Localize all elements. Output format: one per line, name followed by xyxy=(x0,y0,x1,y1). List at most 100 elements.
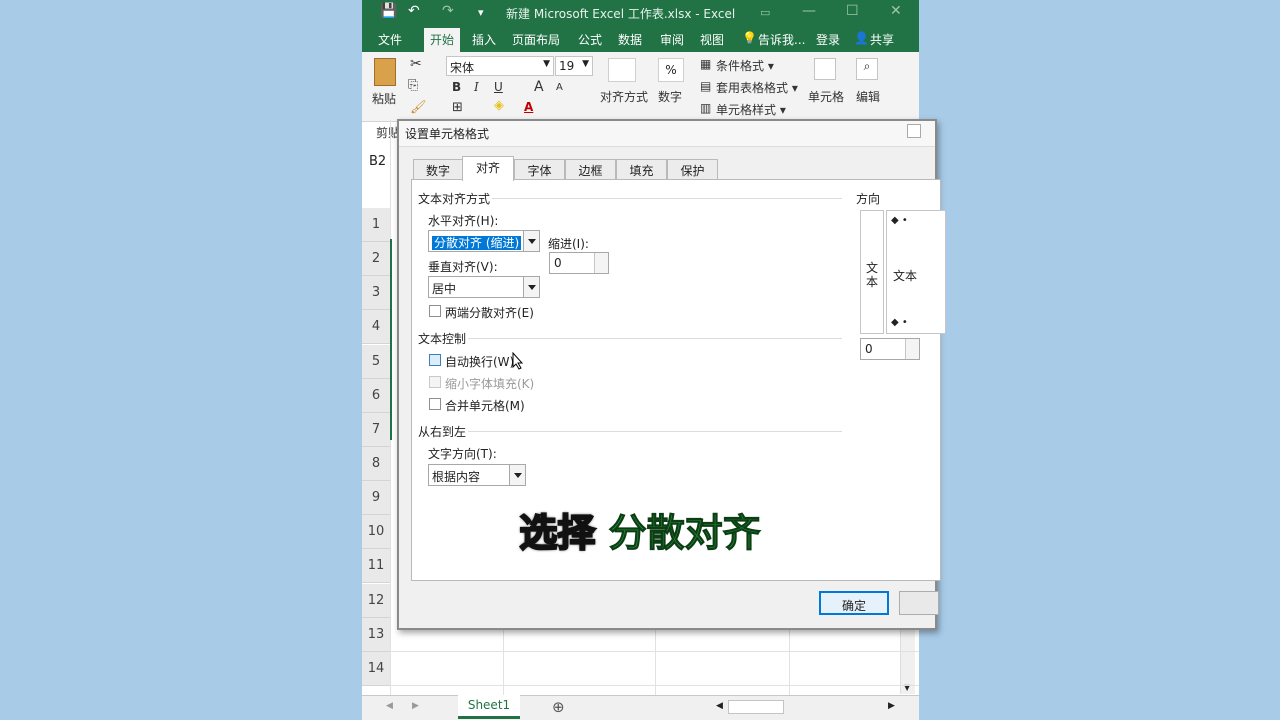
row-header[interactable]: 7 xyxy=(362,413,390,447)
tab-number[interactable]: 数字 xyxy=(413,159,463,179)
alignment-icon[interactable] xyxy=(608,58,636,82)
indent-spinner[interactable]: 0 xyxy=(549,252,609,274)
wrap-text-label: 自动换行(W) xyxy=(445,355,515,369)
alignment-group-button[interactable]: 对齐方式 xyxy=(600,88,648,105)
number-group-button[interactable]: 数字 xyxy=(658,88,682,105)
tab-view[interactable]: 视图 xyxy=(700,31,724,48)
cells-group-button[interactable]: 单元格 xyxy=(808,88,844,105)
conditional-format-button[interactable]: 条件格式 ▾ xyxy=(716,57,774,74)
horizontal-scroll-thumb[interactable] xyxy=(728,700,784,714)
row-header[interactable]: 14 xyxy=(362,652,390,686)
paste-button[interactable]: 粘贴 xyxy=(372,90,396,107)
rtl-section: 从右到左 xyxy=(418,425,467,439)
percent-icon[interactable]: % xyxy=(658,58,684,82)
ok-button[interactable]: 确定 xyxy=(819,591,889,615)
tab-file[interactable]: 文件 xyxy=(378,31,402,48)
row-header[interactable]: 13 xyxy=(362,618,390,652)
row-header[interactable]: 1 xyxy=(362,208,390,242)
dialog-help-icon[interactable] xyxy=(907,124,921,138)
selection-border xyxy=(390,239,392,440)
tab-border[interactable]: 边框 xyxy=(565,159,616,179)
merge-cells-checkbox[interactable] xyxy=(429,398,441,410)
chevron-down-icon[interactable] xyxy=(523,277,539,297)
copy-icon[interactable]: ⎘ xyxy=(408,78,418,93)
tab-font[interactable]: 字体 xyxy=(514,159,565,179)
tab-alignment[interactable]: 对齐 xyxy=(462,156,514,181)
paste-icon[interactable] xyxy=(374,58,396,86)
row-header[interactable]: 12 xyxy=(362,584,390,618)
shrink-to-fit-checkbox[interactable] xyxy=(429,376,441,388)
italic-button[interactable]: I xyxy=(474,80,479,94)
justify-distributed-label: 两端分散对齐(E) xyxy=(445,306,534,320)
row-header[interactable]: 2 xyxy=(362,242,390,276)
minimize-icon[interactable]: — xyxy=(802,3,816,19)
chevron-down-icon[interactable] xyxy=(523,231,539,251)
find-icon[interactable]: ⌕ xyxy=(856,58,878,80)
hscroll-left-icon[interactable]: ◀ xyxy=(716,701,723,711)
ribbon: 粘贴 ✂ ⎘ 🖌 宋体 ▼ 19 ▼ B I U A A ⊞ ◈ A 对齐方式 … xyxy=(362,52,919,140)
vertical-alignment-select[interactable]: 居中 xyxy=(428,276,540,298)
spinner-arrows-icon[interactable] xyxy=(594,253,608,273)
save-icon[interactable]: 💾 xyxy=(380,3,397,19)
row-header[interactable]: 4 xyxy=(362,310,390,344)
sheet-prev-icon[interactable]: ◀ xyxy=(386,701,393,711)
tab-fill[interactable]: 填充 xyxy=(616,159,667,179)
name-box[interactable]: B2 xyxy=(366,152,392,176)
underline-button[interactable]: U xyxy=(494,80,503,94)
tab-formulas[interactable]: 公式 xyxy=(578,31,602,48)
text-direction-value: 根据内容 xyxy=(432,470,481,484)
tell-me-search[interactable]: 告诉我... xyxy=(758,31,805,48)
row-header[interactable]: 6 xyxy=(362,379,390,413)
editing-group-button[interactable]: 编辑 xyxy=(856,88,880,105)
font-color-button[interactable]: A xyxy=(524,100,533,114)
grow-font-button[interactable]: A xyxy=(534,79,544,95)
cell-style-button[interactable]: 单元格样式 ▾ xyxy=(716,101,786,118)
row-header[interactable]: 5 xyxy=(362,345,390,379)
chevron-down-icon: ▼ xyxy=(543,59,550,69)
close-icon[interactable]: ✕ xyxy=(890,3,902,19)
wrap-text-checkbox[interactable] xyxy=(429,354,441,366)
tab-data[interactable]: 数据 xyxy=(618,31,642,48)
font-name-combo[interactable]: 宋体 ▼ xyxy=(446,56,554,76)
justify-distributed-checkbox[interactable] xyxy=(429,305,441,317)
caption-highlight: 分散对齐 xyxy=(608,511,761,556)
tab-protection[interactable]: 保护 xyxy=(667,159,718,179)
hscroll-right-icon[interactable]: ▶ xyxy=(888,701,895,711)
spinner-arrows-icon[interactable] xyxy=(905,339,919,359)
vertical-text-toggle[interactable]: 文本 xyxy=(860,210,884,334)
chevron-down-icon[interactable] xyxy=(509,465,525,485)
tab-home[interactable]: 开始 xyxy=(424,28,461,52)
font-size-combo[interactable]: 19 ▼ xyxy=(555,56,593,76)
degrees-spinner[interactable]: 0 xyxy=(860,338,920,360)
tab-insert[interactable]: 插入 xyxy=(472,31,496,48)
sign-in-link[interactable]: 登录 xyxy=(816,31,840,48)
customize-qat-icon[interactable]: ▾ xyxy=(478,6,484,19)
row-header[interactable]: 8 xyxy=(362,447,390,481)
tab-review[interactable]: 审阅 xyxy=(660,31,684,48)
window-title: 新建 Microsoft Excel 工作表.xlsx - Excel xyxy=(506,7,736,21)
table-format-button[interactable]: 套用表格格式 ▾ xyxy=(716,79,798,96)
sheet-tab-sheet1[interactable]: Sheet1 xyxy=(458,695,520,719)
redo-icon[interactable]: ↷ xyxy=(442,3,454,19)
add-sheet-icon[interactable]: ⊕ xyxy=(552,698,565,716)
row-header[interactable]: 3 xyxy=(362,276,390,310)
shrink-font-button[interactable]: A xyxy=(556,82,563,93)
bold-button[interactable]: B xyxy=(452,80,461,94)
tab-page-layout[interactable]: 页面布局 xyxy=(512,31,560,48)
ribbon-display-icon[interactable]: ▭ xyxy=(760,6,770,19)
cells-icon[interactable] xyxy=(814,58,836,80)
format-painter-icon[interactable]: 🖌 xyxy=(410,100,427,115)
undo-icon[interactable]: ↶ xyxy=(408,3,420,19)
text-direction-select[interactable]: 根据内容 xyxy=(428,464,526,486)
cut-icon[interactable]: ✂ xyxy=(410,56,422,72)
orientation-dial[interactable]: ◆ • 文本 ◆ • xyxy=(886,210,946,334)
horizontal-label: 水平对齐(H): xyxy=(428,214,499,228)
maximize-icon[interactable]: ☐ xyxy=(846,3,859,19)
vertical-text-label: 文本 xyxy=(866,261,879,289)
fill-color-icon[interactable]: ◈ xyxy=(494,98,504,113)
cancel-button[interactable] xyxy=(899,591,939,615)
share-button[interactable]: 共享 xyxy=(870,31,894,48)
horizontal-alignment-select[interactable]: 分散对齐 (缩进) xyxy=(428,230,540,252)
sheet-next-icon[interactable]: ▶ xyxy=(412,701,419,711)
borders-icon[interactable]: ⊞ xyxy=(452,100,463,115)
